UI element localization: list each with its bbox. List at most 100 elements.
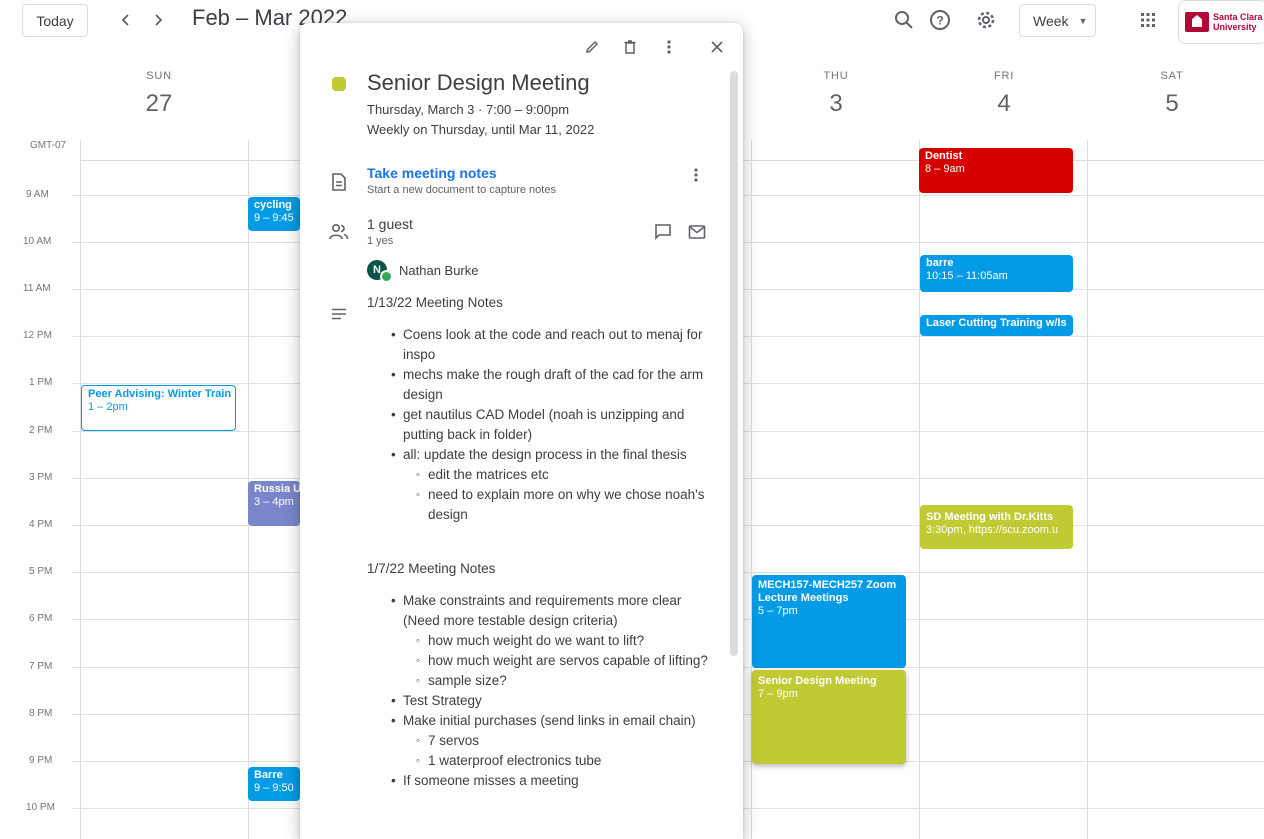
guest-rsvp-summary: 1 yes: [367, 235, 394, 247]
delete-icon[interactable]: [618, 35, 642, 59]
event-barre[interactable]: barre 10:15 – 11:05am: [920, 255, 1073, 292]
day-number[interactable]: 3: [796, 90, 876, 118]
chat-icon[interactable]: [651, 220, 675, 244]
apps-grid-icon[interactable]: [1134, 6, 1162, 34]
university-seal-icon: [1185, 12, 1209, 32]
list-item: 7 servos: [416, 731, 717, 751]
day-of-week: SUN: [146, 70, 172, 82]
org-logo[interactable]: Santa Clara University: [1178, 0, 1264, 44]
day-of-week: SAT: [1160, 70, 1184, 82]
close-icon[interactable]: [705, 35, 729, 59]
event-sd-meeting-kitts[interactable]: SD Meeting with Dr.Kitts 3:30pm, https:/…: [920, 505, 1073, 549]
event-time: 9 – 9:50: [254, 782, 294, 794]
column-divider: [80, 140, 81, 839]
event-cycling[interactable]: cycling 9 – 9:45: [248, 197, 300, 231]
day-of-week: THU: [823, 70, 849, 82]
event-time: 1 – 2pm: [88, 401, 128, 413]
hour-label: 9 PM: [29, 755, 53, 766]
event-time: 9 – 9:45: [254, 212, 294, 224]
list-item: Test Strategy: [391, 691, 717, 711]
view-selector-label: Week: [1033, 12, 1069, 29]
list-item: need to explain more on why we chose noa…: [416, 485, 717, 525]
event-time: 5 – 7pm: [758, 605, 798, 617]
event-title: SD Meeting with Dr.Kitts: [926, 511, 1054, 523]
event-description: 1/13/22 Meeting Notes Coens look at the …: [367, 293, 717, 791]
list-item: get nautilus CAD Model (noah is unzippin…: [391, 405, 717, 445]
event-dentist[interactable]: Dentist 8 – 9am: [919, 148, 1073, 193]
accepted-check-icon: [380, 270, 393, 283]
timezone-label: GMT-07: [30, 140, 67, 151]
chevron-right-icon[interactable]: [146, 8, 170, 32]
list-item: If someone misses a meeting: [391, 771, 717, 791]
take-meeting-notes-link[interactable]: Take meeting notes: [367, 165, 497, 181]
notes-icon: [328, 303, 350, 325]
notes-heading: 1/7/22 Meeting Notes: [367, 561, 496, 576]
day-of-week: FRI: [993, 70, 1015, 82]
hour-label: 10 AM: [23, 236, 52, 247]
notes-list: Make constraints and requirements more c…: [391, 591, 717, 791]
column-divider: [919, 140, 920, 839]
more-vert-icon[interactable]: [684, 163, 708, 187]
event-title: barre: [926, 257, 954, 269]
day-number[interactable]: 27: [119, 90, 199, 118]
mail-icon[interactable]: [685, 220, 709, 244]
event-title: MECH157-MECH257 Zoom Lecture Meetings: [758, 579, 897, 604]
list-item: Make constraints and requirements more c…: [391, 591, 717, 631]
edit-icon[interactable]: [580, 35, 604, 59]
document-icon: [328, 171, 350, 193]
guest-count: 1 guest: [367, 216, 413, 232]
hour-label: 11 AM: [23, 283, 51, 294]
settings-icon[interactable]: [972, 6, 1000, 34]
hour-label: 12 PM: [23, 330, 52, 341]
help-icon[interactable]: ?: [926, 6, 954, 34]
day-number[interactable]: 5: [1132, 90, 1212, 118]
notes-list: Coens look at the code and reach out to …: [391, 325, 717, 525]
event-title: cycling: [254, 199, 292, 211]
event-time: 3 – 4pm: [254, 496, 294, 508]
list-item: edit the matrices etc: [416, 465, 717, 485]
day-header-sun: SUN 27: [119, 70, 199, 118]
day-header-fri: FRI 4: [964, 70, 1044, 118]
day-number[interactable]: 4: [964, 90, 1044, 118]
hour-label: 8 PM: [29, 708, 53, 719]
search-icon[interactable]: [890, 6, 918, 34]
event-time: 3:30pm, https://scu.zoom.u: [926, 524, 1059, 536]
list-item: all: update the design process in the fi…: [391, 445, 717, 465]
event-russia[interactable]: Russia U 3 – 4pm: [248, 481, 300, 526]
today-button[interactable]: Today: [22, 4, 88, 37]
chevron-left-icon[interactable]: [114, 8, 138, 32]
hour-label: 5 PM: [29, 566, 53, 577]
column-divider: [1087, 140, 1088, 839]
hour-label: 4 PM: [29, 519, 53, 530]
hour-label: 1 PM: [29, 377, 53, 388]
event-time: 8 – 9am: [925, 163, 965, 175]
svg-text:?: ?: [936, 14, 943, 28]
event-title: Barre: [254, 769, 283, 781]
event-title: Russia U: [254, 483, 300, 495]
event-recurrence: Weekly on Thursday, until Mar 11, 2022: [367, 122, 595, 137]
popup-toolbar: [300, 23, 743, 69]
view-selector[interactable]: Week ▼: [1019, 4, 1096, 37]
list-item: Make initial purchases (send links in em…: [391, 711, 717, 731]
notes-subtitle: Start a new document to capture notes: [367, 184, 556, 196]
org-name: Santa Clara University: [1213, 12, 1263, 32]
list-item: mechs make the rough draft of the cad fo…: [391, 365, 717, 405]
event-peer-advising[interactable]: Peer Advising: Winter Train 1 – 2pm: [81, 385, 236, 431]
notes-heading: 1/13/22 Meeting Notes: [367, 295, 503, 310]
list-item: how much weight do we want to lift?: [416, 631, 717, 651]
hour-label: 7 PM: [29, 661, 53, 672]
event-senior-design[interactable]: Senior Design Meeting 7 – 9pm: [752, 670, 906, 764]
people-icon: [328, 221, 350, 243]
guest-name[interactable]: Nathan Burke: [399, 263, 479, 278]
hour-label: 3 PM: [29, 472, 53, 483]
more-vert-icon[interactable]: [657, 35, 681, 59]
event-title: Laser Cutting Training w/Is: [926, 317, 1067, 329]
event-title: Peer Advising: Winter Train: [88, 388, 232, 400]
event-mech157[interactable]: MECH157-MECH257 Zoom Lecture Meetings 5 …: [752, 575, 906, 668]
hour-label: 9 AM: [26, 189, 49, 200]
event-barre-mon[interactable]: Barre 9 – 9:50: [248, 767, 300, 801]
event-color-swatch: [332, 77, 346, 91]
scrollbar[interactable]: [730, 71, 738, 656]
event-laser-cutting[interactable]: Laser Cutting Training w/Is: [920, 315, 1073, 336]
caret-down-icon: ▼: [1078, 15, 1088, 26]
